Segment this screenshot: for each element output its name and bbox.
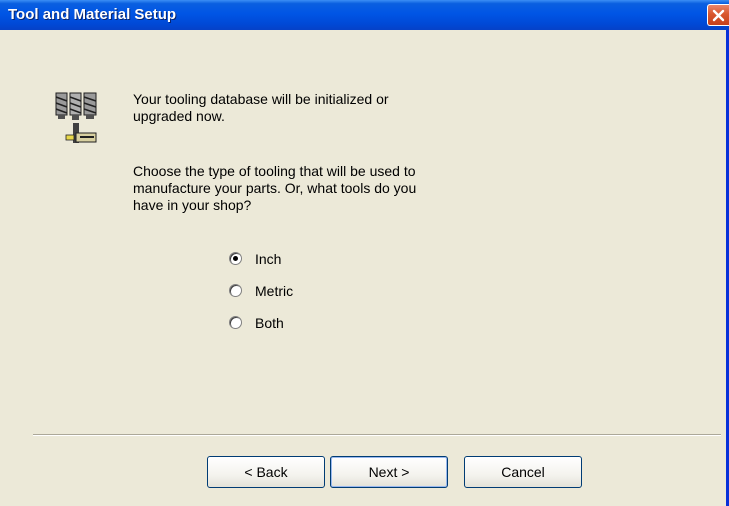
back-button[interactable]: < Back	[207, 456, 325, 488]
radio-button-metric[interactable]	[229, 284, 242, 297]
intro-text: Your tooling database will be initialize…	[133, 91, 389, 125]
prompt-line: manufacture your parts. Or, what tools d…	[133, 180, 417, 196]
title-bar[interactable]: Tool and Material Setup	[0, 0, 729, 30]
next-button[interactable]: Next >	[330, 456, 448, 488]
dialog-window: Tool and Material Setup Your tooling dat…	[0, 0, 729, 506]
radio-selected-dot	[233, 256, 238, 261]
close-button[interactable]	[707, 4, 729, 26]
intro-line: Your tooling database will be initialize…	[133, 91, 389, 107]
radio-button-inch[interactable]	[229, 252, 242, 265]
prompt-line: Choose the type of tooling that will be …	[133, 163, 416, 179]
radio-label-metric[interactable]: Metric	[255, 283, 293, 299]
radio-button-both[interactable]	[229, 316, 242, 329]
intro-line: upgraded now.	[133, 108, 225, 124]
prompt-line: have in your shop?	[133, 197, 252, 213]
close-icon	[712, 9, 725, 22]
radio-label-both[interactable]: Both	[255, 315, 284, 331]
radio-label-inch[interactable]: Inch	[255, 251, 281, 267]
cancel-button[interactable]: Cancel	[464, 456, 582, 488]
separator-line	[33, 434, 721, 436]
window-title: Tool and Material Setup	[8, 6, 177, 23]
tooling-icon	[54, 91, 98, 147]
prompt-text: Choose the type of tooling that will be …	[133, 163, 416, 214]
